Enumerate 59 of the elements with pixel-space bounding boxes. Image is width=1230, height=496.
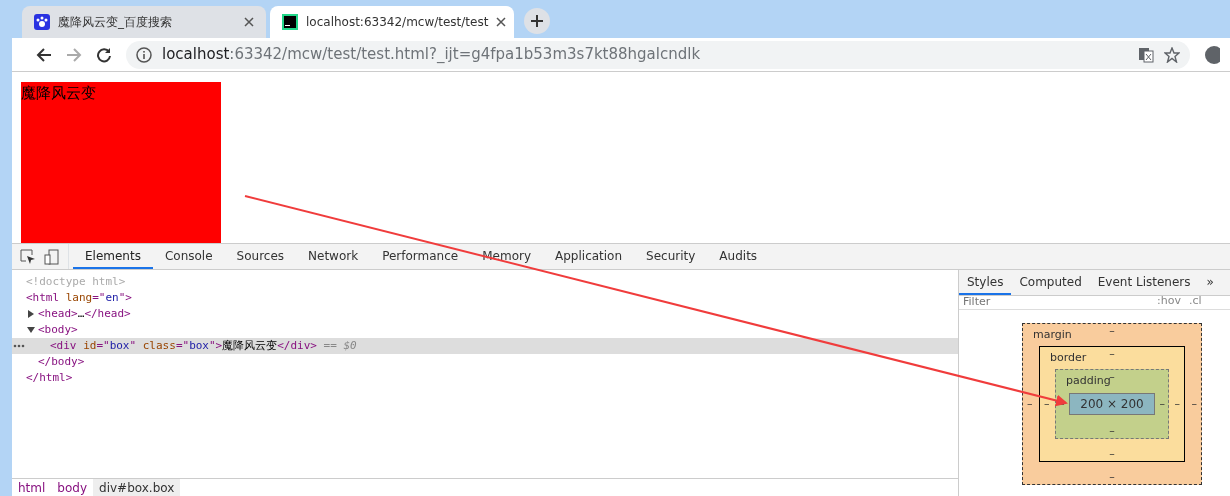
info-icon xyxy=(136,46,152,63)
address-field[interactable]: localhost:63342/mcw/test/test.html?_ijt=g4fpa1b53m3s7kt88hgalcndlk xyxy=(126,40,1190,69)
margin-label: margin xyxy=(1033,327,1072,343)
star-icon[interactable] xyxy=(1164,46,1180,63)
devtools-tab[interactable]: Application xyxy=(543,244,635,269)
breadcrumb-item[interactable]: html xyxy=(12,479,52,496)
page-box: 魔降风云变 xyxy=(21,82,221,243)
pc-logo-icon xyxy=(282,14,298,30)
dom-node-line[interactable]: <head>…</head> xyxy=(12,306,958,322)
paw-icon xyxy=(34,14,50,30)
border-label: border xyxy=(1050,350,1087,366)
filter-toggle[interactable]: .cl xyxy=(1188,296,1202,309)
close-icon[interactable] xyxy=(244,17,254,27)
translate-icon[interactable] xyxy=(1138,46,1154,63)
browser-tab[interactable]: 魔降风云变_百度搜索 xyxy=(22,6,266,38)
reload-icon[interactable] xyxy=(96,46,112,63)
padding-left-value: – xyxy=(1059,397,1065,411)
close-icon[interactable] xyxy=(496,17,507,27)
dom-node-line[interactable]: </body> xyxy=(12,354,958,370)
breadcrumb-item[interactable]: div#box.box xyxy=(93,479,181,496)
new-tab-button[interactable] xyxy=(524,8,550,34)
collapse-triangle-icon[interactable] xyxy=(27,326,35,334)
devtools-tab[interactable]: Elements xyxy=(73,244,153,269)
back-icon[interactable] xyxy=(36,46,52,63)
url-text: localhost:63342/mcw/test/test.html?_ijt=g4fpa1b53m3s7kt88hgalcndlk xyxy=(162,44,702,66)
expand-triangle-icon[interactable] xyxy=(27,310,35,318)
inspect-icon[interactable] xyxy=(20,248,36,265)
breadcrumb-item[interactable]: body xyxy=(51,479,94,496)
border-left-value: – xyxy=(1044,397,1050,411)
padding-right-value: – xyxy=(1159,397,1165,411)
padding-top-value: – xyxy=(1109,370,1115,383)
padding-bottom-value: – xyxy=(1109,424,1115,438)
margin-top-value: – xyxy=(1109,324,1115,338)
border-top-value: – xyxy=(1109,347,1115,361)
plus-icon xyxy=(531,15,543,27)
more-icon xyxy=(13,344,25,348)
border-bottom-value: – xyxy=(1109,447,1115,461)
more-tabs-button[interactable]: » xyxy=(1198,270,1222,295)
devtools-tab[interactable]: Performance xyxy=(370,244,471,269)
device-icon[interactable] xyxy=(44,248,60,265)
account-icon[interactable] xyxy=(1204,45,1220,64)
padding-label: padding xyxy=(1066,373,1111,389)
dom-node-line[interactable]: <html lang="en"> xyxy=(12,290,958,306)
panel-tab[interactable]: Computed xyxy=(1011,270,1090,295)
devtools-tab[interactable]: Network xyxy=(296,244,371,269)
border-right-value: – xyxy=(1174,397,1180,411)
filter-toggle[interactable]: :hov xyxy=(1157,296,1181,309)
devtools-tab[interactable]: Audits xyxy=(707,244,770,269)
devtools-tab[interactable]: Console xyxy=(152,244,225,269)
devtools-tab[interactable]: Sources xyxy=(224,244,297,269)
browser-tab[interactable]: localhost:63342/mcw/test/test xyxy=(270,6,514,38)
margin-left-value: – xyxy=(1027,397,1033,411)
dom-node-line[interactable]: <body> xyxy=(12,322,958,338)
content-box: 200 × 200 xyxy=(1069,393,1155,415)
margin-bottom-value: – xyxy=(1109,470,1115,484)
panel-tab[interactable]: Event Listeners xyxy=(1089,270,1199,295)
dom-node-line[interactable]: </html> xyxy=(12,370,958,386)
devtools-tab[interactable]: Security xyxy=(634,244,708,269)
margin-right-value: – xyxy=(1191,397,1197,411)
